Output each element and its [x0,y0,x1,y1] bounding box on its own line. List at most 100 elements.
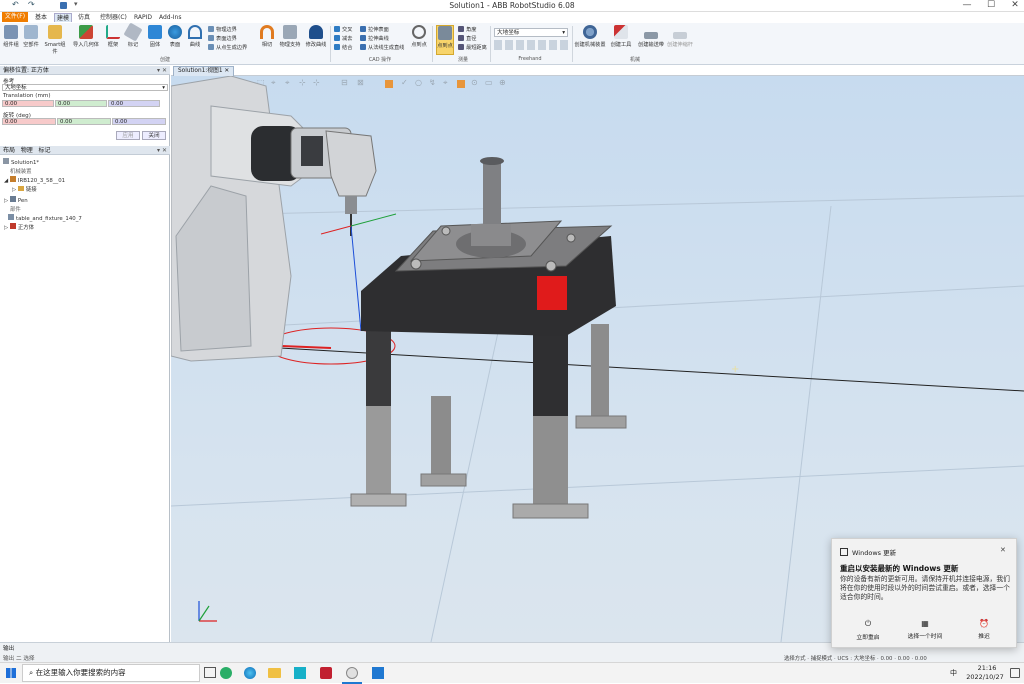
surface-boundary-button[interactable]: 表面边界 [208,35,237,42]
close-icon[interactable]: ▾ ✕ [157,146,167,155]
schedule-button[interactable]: ▦ 选择一个时间 [902,619,948,640]
file-explorer-icon[interactable] [268,668,281,678]
tree-item-links[interactable]: ▷ 链接 [12,185,37,193]
diameter-icon [458,35,464,41]
frame-dropdown[interactable]: 大地坐标 ▾ [494,28,568,37]
reference-select[interactable]: 大地坐标 ▾ [2,84,168,91]
tree-item-pen[interactable]: ▷ Pen [4,196,28,204]
surface-button[interactable]: 表面 [166,25,184,55]
tab-physics[interactable]: 物理 [21,147,33,154]
shortest-distance-button[interactable]: 最短距离 [458,44,487,51]
solid-button[interactable]: 固体 [146,25,164,55]
modify-curve-button[interactable]: 修改曲线 [304,25,328,55]
physics-support-icon [283,25,297,39]
tree-item-cube[interactable]: ▷ 正方体 [4,223,34,231]
tree-item-solution[interactable]: Solution1* [3,158,39,166]
wechat-icon[interactable] [220,667,232,679]
create-tool-button[interactable]: 创建工具 [608,25,634,55]
component-group-button[interactable]: 组件组 [2,25,20,55]
smart-component-button[interactable]: Smart组件 [42,25,68,55]
notification-icon[interactable] [1010,668,1020,678]
tab-tags[interactable]: 标记 [39,147,51,154]
subtract-button[interactable]: 减去 [334,35,352,42]
close-icon[interactable]: ▾ ✕ [157,66,167,75]
tangent-button[interactable]: 相切 [258,25,276,55]
point-to-point-icon [412,25,426,39]
tab-rapid[interactable]: RAPID [132,13,154,22]
ribbon: 组件组 空部件 Smart组件 导入几何体 框架 标记 固体 表面 曲线 物理边… [0,22,1024,65]
toast-close-button[interactable]: ✕ [1000,546,1006,554]
edge-icon[interactable] [244,667,256,679]
surface-icon [168,25,182,39]
tree-item-robot[interactable]: ◢ IRB120_3_58__01 [4,176,65,184]
translation-y-field[interactable]: 0.00 [55,100,107,107]
intersect-button[interactable]: 交叉 [334,26,352,33]
freehand-tools[interactable] [494,40,568,50]
tab-modeling[interactable]: 建模 [54,13,73,22]
union-button[interactable]: 结合 [334,44,352,51]
tag-button[interactable]: 标记 [123,22,143,55]
close-button[interactable]: ✕ [1008,0,1022,10]
clock-time[interactable]: 21:16 [972,664,1002,672]
physics-support-button[interactable]: 物理支持 [278,25,302,55]
frame-button[interactable]: 框架 [104,25,122,55]
point-to-point-button[interactable]: 点到点 [408,25,430,55]
group-mechanism-label: 机械 [629,57,640,63]
tree-item-table[interactable]: table_and_fixture_140_7 [8,214,82,222]
left-panel: 偏移位置: 正方体 ▾ ✕ 参考 大地坐标 ▾ Translation (mm) 0… [0,66,170,642]
rotation-z-field[interactable]: 0.00 [112,118,166,125]
rotation-y-field[interactable]: 0.00 [57,118,111,125]
tab-addins[interactable]: Add-Ins [157,13,183,22]
diameter-button[interactable]: 直径 [458,35,476,42]
tab-simulation[interactable]: 仿真 [76,13,92,22]
tab-home[interactable]: 基本 [33,13,49,22]
shortest-distance-icon [458,44,464,50]
tab-file[interactable]: 文件(F) [2,12,28,22]
clock-date[interactable]: 2022/10/27 [960,673,1010,681]
angle-button[interactable]: 角度 [458,26,476,33]
robot-icon [9,176,16,182]
curve-button[interactable]: 曲线 [186,25,204,55]
translation-z-field[interactable]: 0.00 [108,100,160,107]
measure-point-button[interactable]: 点到点 [436,25,454,55]
offset-panel-header: 偏移位置: 正方体 ▾ ✕ [0,66,170,75]
restart-now-button[interactable]: ⏻ 立即重启 [848,619,888,641]
windows-start-button[interactable] [6,668,16,678]
points-boundary-button[interactable]: 从点生成边界 [208,44,247,51]
app-icon[interactable] [294,667,306,679]
robotstudio-icon[interactable] [346,667,358,679]
import-geometry-button[interactable]: 导入几何体 [70,25,102,55]
group-measure-label: 测量 [457,57,468,63]
component-group-icon [4,25,18,39]
curve-icon [188,25,202,39]
app-icon[interactable] [372,667,384,679]
close-panel-button[interactable]: 关闭 [142,131,166,140]
rotation-x-field[interactable]: 0.00 [2,118,56,125]
task-view-icon[interactable] [204,667,216,678]
extrude-surface-button[interactable]: 拉伸表面 [360,26,389,33]
create-mechanism-button[interactable]: 创建机械装置 [574,25,606,55]
taskbar-search-box[interactable]: ⌕ 在这里输入你要搜索的内容 [22,664,200,682]
boundary-icon [208,26,214,32]
ime-indicator[interactable]: 中 [950,668,957,678]
snooze-button[interactable]: ⏰ 推迟 [964,619,1004,640]
tab-layout[interactable]: 布局 [3,147,15,154]
empty-part-button[interactable]: 空部件 [22,25,40,55]
tab-view1[interactable]: Solution1:视图1 ✕ [173,66,235,76]
app-icon[interactable] [320,667,332,679]
create-telescopic-button[interactable]: 创建伸缩杆 [666,25,694,55]
maximize-button[interactable]: ☐ [984,0,998,10]
line-from-normal-button[interactable]: 从法线生成直线 [360,44,404,51]
ribbon-separator [432,26,433,62]
physical-boundary-button[interactable]: 物理边界 [208,26,237,33]
solid-icon [148,25,162,39]
minimize-button[interactable]: — [960,0,974,10]
group-cad-label: CAD 操作 [368,57,392,63]
close-icon[interactable]: ✕ [224,68,229,74]
create-conveyor-button[interactable]: 创建输送带 [636,25,666,55]
translation-x-field[interactable]: 0.00 [2,100,54,107]
tab-controller[interactable]: 控制器(C) [98,13,129,22]
toast-body: 你的设备有新的更新可用。请保持开机并连接电源，我们将在你的使用时段以外的时间尝试… [840,575,1010,601]
apply-button[interactable]: 应用 [116,131,140,140]
extrude-curve-button[interactable]: 拉伸曲线 [360,35,389,42]
